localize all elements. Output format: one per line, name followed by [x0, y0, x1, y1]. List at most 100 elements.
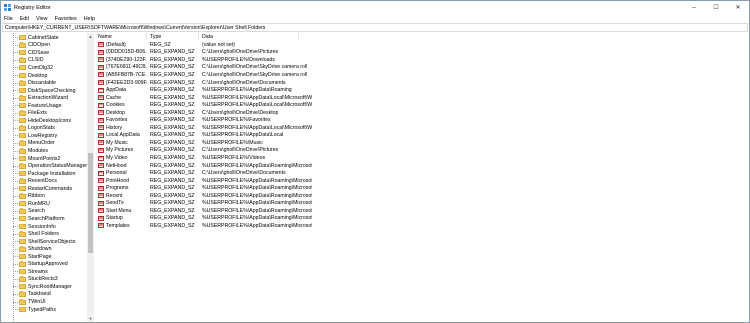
value-data: %USERPROFILE%\AppData\Roaming\Microsoft\…	[202, 222, 312, 229]
value-row[interactable]: ab PrintHood REG_EXPAND_SZ %USERPROFILE%\Ap…	[95, 177, 749, 185]
value-row[interactable]: ab My Video REG_EXPAND_SZ %USERPROFILE%\Vid…	[95, 154, 749, 162]
tree-item[interactable]: DiskSpaceChecking	[13, 87, 75, 95]
tree-item[interactable]: Discardable	[13, 79, 56, 87]
tree-connector	[13, 44, 18, 46]
string-value-icon: ab	[98, 140, 104, 146]
column-header-name[interactable]: Name	[95, 33, 147, 40]
value-row[interactable]: ab {F42EE2D3-909F... REG_EXPAND_SZ C:\Users…	[95, 79, 749, 87]
string-value-icon: ab	[98, 215, 104, 221]
tree-item[interactable]: Streams	[13, 268, 48, 276]
tree-item[interactable]: TypedPaths	[13, 306, 56, 314]
value-row[interactable]: ab Local AppData REG_EXPAND_SZ %USERPROFILE…	[95, 132, 749, 140]
value-row[interactable]: ab Programs REG_EXPAND_SZ %USERPROFILE%\App…	[95, 184, 749, 192]
tree-item[interactable]: Shell Folders	[13, 230, 59, 238]
tree-item[interactable]: Ribbon	[13, 193, 45, 201]
tree-item[interactable]: SyncRootManager	[13, 283, 72, 291]
menu-favorites[interactable]: Favorites	[55, 16, 77, 22]
tree-item[interactable]: Taskband	[13, 291, 51, 299]
tree-item[interactable]: FileExts	[13, 110, 47, 118]
tree-item[interactable]: OperationStatusManager	[13, 162, 87, 170]
tree-item[interactable]: CabinetState	[13, 34, 59, 42]
menu-edit[interactable]: Edit	[20, 16, 29, 22]
tree-item[interactable]: LogonStats	[13, 125, 55, 133]
menu-help[interactable]: Help	[84, 16, 95, 22]
value-row[interactable]: ab AppData REG_EXPAND_SZ %USERPROFILE%\AppD…	[95, 86, 749, 94]
tree-item[interactable]: Shutdown	[13, 245, 52, 253]
tree-item[interactable]: Search	[13, 208, 45, 216]
minimize-button[interactable]: –	[683, 1, 705, 14]
tree-scrollbar[interactable]: ▲ ▼	[87, 33, 94, 322]
tree-item-label: FileExts	[28, 110, 47, 117]
tree-item-label: RestartCommands	[28, 185, 73, 192]
column-header-type[interactable]: Type	[147, 33, 199, 40]
tree-connector	[13, 278, 18, 280]
value-row[interactable]: ab NetHood REG_EXPAND_SZ %USERPROFILE%\AppD…	[95, 162, 749, 170]
value-row[interactable]: ab (Default) REG_SZ (value not set)	[95, 41, 749, 49]
value-row[interactable]: ab Start Menu REG_EXPAND_SZ %USERPROFILE%\A…	[95, 207, 749, 215]
tree-scrollbar-thumb[interactable]	[88, 153, 93, 253]
value-row[interactable]: ab Personal REG_EXPAND_SZ C:\Users\gholl\On…	[95, 169, 749, 177]
value-row[interactable]: ab History REG_EXPAND_SZ %USERPROFILE%\AppD…	[95, 124, 749, 132]
tree-item[interactable]: HideDesktopIcons	[13, 117, 71, 125]
tree-item[interactable]: RestartCommands	[13, 185, 72, 193]
close-button[interactable]: ✕	[727, 1, 749, 14]
tree-item[interactable]: RunMRU	[13, 200, 50, 208]
tree-item[interactable]: MountPoints2	[13, 155, 60, 163]
maximize-button[interactable]: ☐	[705, 1, 727, 14]
scroll-up-icon[interactable]: ▲	[87, 33, 94, 40]
folder-icon	[19, 80, 26, 86]
registry-editor-window: Registry Editor – ☐ ✕ File Edit View Fav…	[0, 0, 750, 323]
tree-item[interactable]: StuckRects3	[13, 276, 58, 284]
value-row[interactable]: ab Templates REG_EXPAND_SZ %USERPROFILE%\Ap…	[95, 222, 749, 230]
tree-item[interactable]: ComDlg32	[13, 64, 53, 72]
tree-item[interactable]: StartPage	[13, 253, 52, 261]
tree-item[interactable]: CIDSave	[13, 49, 49, 57]
value-row[interactable]: ab {AB5FB87B-7CE... REG_EXPAND_SZ C:\Users\…	[95, 71, 749, 79]
menu-view[interactable]: View	[36, 16, 48, 22]
value-row[interactable]: ab {767E6811-49CB... REG_EXPAND_SZ C:\Users…	[95, 64, 749, 72]
tree-item[interactable]: SessionInfo	[13, 223, 56, 231]
value-row[interactable]: ab My Pictures REG_EXPAND_SZ C:\Users\gholl…	[95, 147, 749, 155]
value-row[interactable]: ab Cache REG_EXPAND_SZ %USERPROFILE%\AppDat…	[95, 94, 749, 102]
tree-connector	[13, 263, 18, 265]
value-row[interactable]: ab {374DE290-123F... REG_EXPAND_SZ %USERPRO…	[95, 56, 749, 64]
value-row[interactable]: ab Recent REG_EXPAND_SZ %USERPROFILE%\AppDa…	[95, 192, 749, 200]
address-bar[interactable]: Computer\HKEY_CURRENT_USER\SOFTWARE\Micr…	[2, 23, 748, 32]
scroll-down-icon[interactable]: ▼	[87, 315, 94, 322]
value-row[interactable]: ab {0DDD015D-B06... REG_EXPAND_SZ C:\Users\…	[95, 49, 749, 57]
value-name: My Music	[106, 139, 128, 146]
values-list-pane[interactable]: Name Type Data ab (Default) REG_SZ (value n…	[95, 33, 749, 322]
tree-item[interactable]: ShellServiceObjects	[13, 238, 75, 246]
tree-item[interactable]: TWinUI	[13, 298, 46, 306]
tree-item[interactable]: CIDOpen	[13, 42, 50, 50]
tree-item[interactable]: MenuOrder	[13, 140, 55, 148]
tree-item[interactable]: RecentDocs	[13, 177, 57, 185]
value-data: C:\Users\gholl\OneDrive\Documents	[202, 79, 286, 86]
tree-item[interactable]: ExtractionWizard	[13, 94, 68, 102]
tree-item[interactable]: Package Installation	[13, 170, 75, 178]
tree-item-label: Discardable	[28, 80, 56, 87]
title-bar[interactable]: Registry Editor – ☐ ✕	[1, 1, 749, 14]
registry-editor-icon	[4, 4, 11, 11]
menu-file[interactable]: File	[4, 16, 13, 22]
value-row[interactable]: ab Favorites REG_EXPAND_SZ %USERPROFILE%\Fa…	[95, 117, 749, 125]
tree-item[interactable]: Modules	[13, 147, 48, 155]
tree-item[interactable]: CLSID	[13, 57, 44, 65]
tree-connector	[13, 301, 18, 303]
tree-item-label: CIDSave	[28, 49, 50, 56]
folder-icon	[19, 72, 26, 78]
value-row[interactable]: ab Startup REG_EXPAND_SZ %USERPROFILE%\AppD…	[95, 215, 749, 223]
tree-item[interactable]: FeatureUsage	[13, 102, 62, 110]
tree-item[interactable]: Desktop	[13, 72, 47, 80]
value-data: %USERPROFILE%\AppData\Local\Microsoft\Wi…	[202, 94, 312, 101]
key-tree-pane[interactable]: CabinetState CIDOpen CIDSave CLSID ComDlg32 D…	[1, 33, 94, 322]
value-row[interactable]: ab SendTo REG_EXPAND_SZ %USERPROFILE%\AppDa…	[95, 200, 749, 208]
value-row[interactable]: ab My Music REG_EXPAND_SZ %USERPROFILE%\Mus…	[95, 139, 749, 147]
value-data: %USERPROFILE%\AppData\Local	[202, 132, 284, 139]
tree-item[interactable]: StartupApproved	[13, 261, 68, 269]
column-header-data[interactable]: Data	[199, 33, 299, 40]
tree-item[interactable]: LowRegistry	[13, 132, 57, 140]
value-row[interactable]: ab Cookies REG_EXPAND_SZ %USERPROFILE%\AppD…	[95, 101, 749, 109]
value-row[interactable]: ab Desktop REG_EXPAND_SZ C:\Users\gholl\One…	[95, 109, 749, 117]
tree-item[interactable]: SearchPlatform	[13, 215, 65, 223]
